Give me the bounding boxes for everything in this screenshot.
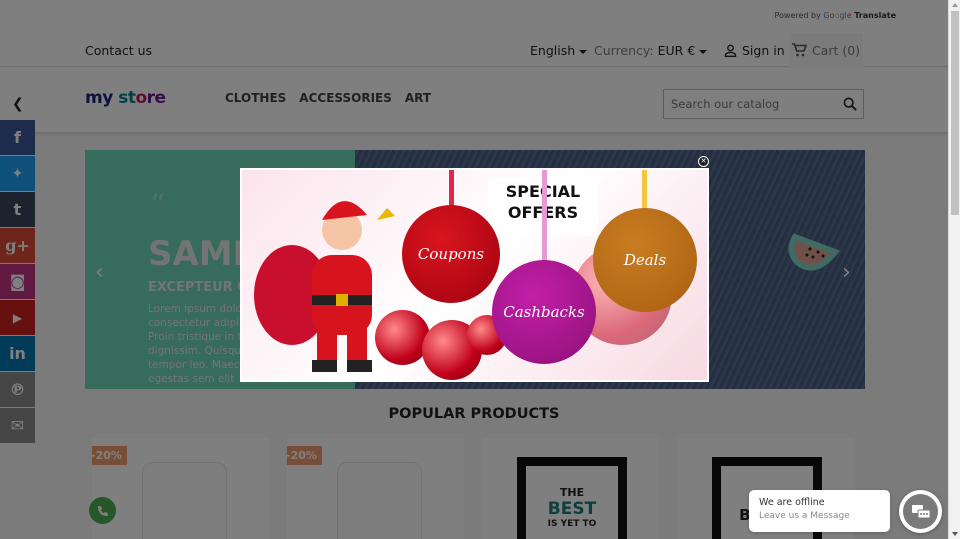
chat-launcher-button[interactable] <box>899 490 942 533</box>
ornament-image <box>375 310 430 365</box>
special-offers-popup[interactable]: SPECIAL OFFERS Coupons Cashbacks Deals <box>240 168 709 382</box>
cashbacks-ornament[interactable]: Cashbacks <box>492 260 596 364</box>
scroll-down-arrow[interactable] <box>952 532 958 536</box>
chat-status-bubble[interactable]: We are offline Leave us a Message <box>749 490 890 532</box>
ribbon <box>449 170 454 210</box>
ribbon <box>542 170 547 265</box>
deals-ornament[interactable]: Deals <box>593 208 697 312</box>
page: Powered by Google Translate Contact us E… <box>0 0 948 539</box>
close-popup-icon[interactable]: ✕ <box>698 156 709 167</box>
scroll-up-arrow[interactable] <box>952 3 958 7</box>
coupons-ornament[interactable]: Coupons <box>402 205 500 303</box>
chat-bubbles-icon <box>911 504 930 518</box>
vertical-scrollbar[interactable] <box>948 0 960 539</box>
chat-status: We are offline <box>759 497 825 508</box>
scrollbar-thumb[interactable] <box>951 11 959 215</box>
chat-leave-message-link[interactable]: Leave us a Message <box>759 511 880 521</box>
